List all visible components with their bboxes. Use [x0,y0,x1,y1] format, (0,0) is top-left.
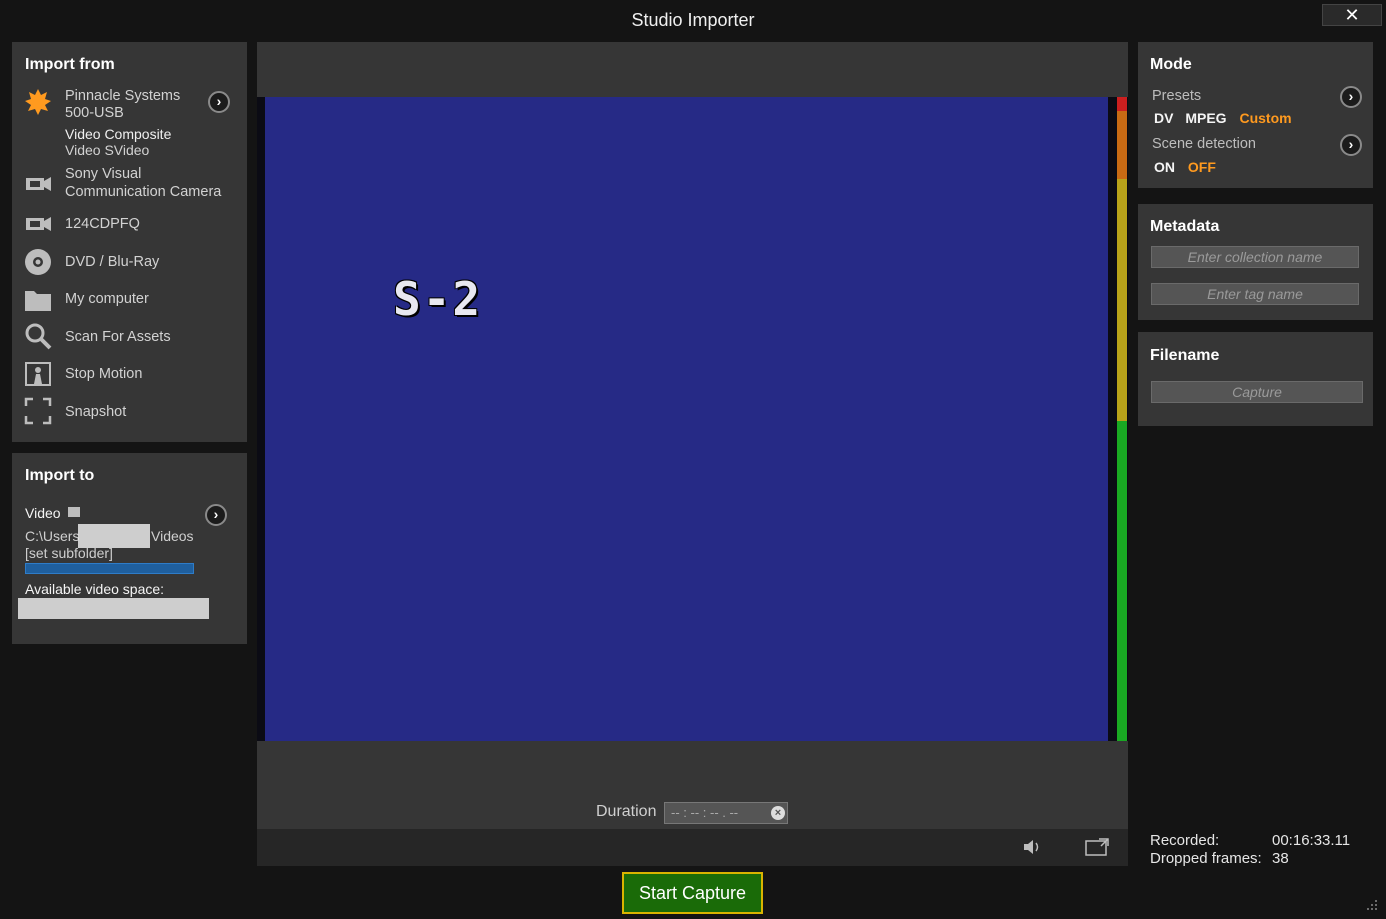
source-name: My computer [65,291,149,307]
redacted-space-value [18,598,209,619]
source-snapshot[interactable]: Snapshot [12,397,247,427]
import-to-settings-button[interactable]: › [205,504,227,526]
audio-level-meter [1117,97,1127,741]
preview-controls-bar [257,829,1128,866]
snapshot-icon [24,397,52,425]
mode-panel: Mode Presets › DV MPEG Custom Scene dete… [1138,42,1373,188]
import-from-panel: Import from Pinnacle Systems 500-USB Vid… [12,42,247,442]
source-sony-camera[interactable]: Sony Visual Communication Camera [12,164,247,204]
duration-value: -- : -- : -- . -- [671,805,739,820]
preset-mpeg[interactable]: MPEG [1185,110,1226,126]
tag-name-input[interactable]: Enter tag name [1151,283,1359,305]
source-stop-motion[interactable]: Stop Motion [12,360,247,390]
resize-grip-icon[interactable] [1365,898,1379,915]
metadata-title: Metadata [1150,218,1220,235]
subfolder-link[interactable]: [set subfolder] [25,545,113,561]
preset-dv[interactable]: DV [1154,110,1173,126]
duration-label: Duration [596,803,657,820]
collection-name-input[interactable]: Enter collection name [1151,246,1359,268]
scene-detection-settings-button[interactable]: › [1340,134,1362,156]
metadata-panel: Metadata Enter collection name Enter tag… [1138,204,1373,320]
chevron-right-icon: › [213,506,219,522]
dropped-frames-value: 38 [1272,850,1289,867]
path-prefix: C:\Users [25,528,80,544]
search-icon [24,322,52,350]
close-icon: ✕ [1344,5,1360,25]
window-title: Studio Importer [631,10,755,30]
scene-off[interactable]: OFF [1188,159,1216,175]
volume-icon[interactable] [1023,839,1043,858]
fullscreen-icon[interactable] [1085,838,1109,859]
import-type-label: Video [25,505,61,521]
preset-custom[interactable]: Custom [1239,110,1291,126]
camcorder-icon [24,170,52,198]
chevron-right-icon: › [1348,88,1354,104]
chevron-right-icon: › [216,93,222,109]
source-name: Pinnacle Systems [65,88,181,104]
source-name: Stop Motion [65,366,143,382]
video-preview: S-2 [257,97,1128,741]
source-name: 124CDPFQ [65,216,140,232]
source-model: Communication Camera [65,184,222,200]
source-name: Scan For Assets [65,329,171,345]
duration-input[interactable]: -- : -- : -- . -- × [664,802,788,824]
video-frame: S-2 [265,97,1108,741]
mode-title: Mode [1150,56,1192,73]
source-124cdpfq[interactable]: 124CDPFQ [12,212,247,242]
presets-label: Presets [1152,88,1202,104]
preview-top-bar [257,42,1128,97]
import-to-title: Import to [25,467,95,484]
camcorder-icon [24,210,52,238]
source-my-computer[interactable]: My computer [12,286,247,316]
disc-icon [24,248,52,276]
input-option-composite[interactable]: Video Composite [65,126,171,143]
import-to-panel: Import to Video › C:\Users Videos [set s… [12,453,247,644]
source-settings-button[interactable]: › [208,91,230,113]
source-scan-assets[interactable]: Scan For Assets [12,322,247,352]
scene-detection-label: Scene detection [1152,136,1256,152]
stop-motion-icon [24,360,52,388]
storage-progress-bar [25,563,194,574]
source-name: Snapshot [65,404,127,420]
recorded-value: 00:16:33.11 [1272,832,1351,849]
video-overlay-text: S-2 [393,272,483,326]
recorded-label: Recorded: [1150,832,1220,849]
source-dvd-bluray[interactable]: DVD / Blu-Ray [12,248,247,278]
gear-orange-icon [24,88,52,116]
filename-input[interactable]: Capture [1151,381,1363,403]
presets-settings-button[interactable]: › [1340,86,1362,108]
start-capture-button[interactable]: Start Capture [622,872,763,914]
filename-title: Filename [1150,347,1220,364]
filename-panel: Filename Capture [1138,332,1373,426]
scene-on[interactable]: ON [1154,159,1175,175]
source-name: Sony Visual [65,166,142,182]
input-option-svideo[interactable]: Video SVideo [65,142,149,159]
path-suffix: Videos [151,528,194,544]
clear-duration-icon[interactable]: × [771,806,785,820]
storage-progress-fill [26,564,193,573]
chevron-right-icon: › [1348,136,1354,152]
source-name: DVD / Blu-Ray [65,254,160,270]
dropped-frames-label: Dropped frames: [1150,850,1262,867]
source-pinnacle[interactable]: Pinnacle Systems 500-USB Video Composite… [12,86,247,158]
folder-icon [24,286,52,314]
space-label: Available video space: [25,581,165,597]
source-model: 500-USB [65,105,124,121]
folder-icon [68,507,80,517]
import-from-title: Import from [25,56,115,73]
close-button[interactable]: ✕ [1322,4,1382,26]
